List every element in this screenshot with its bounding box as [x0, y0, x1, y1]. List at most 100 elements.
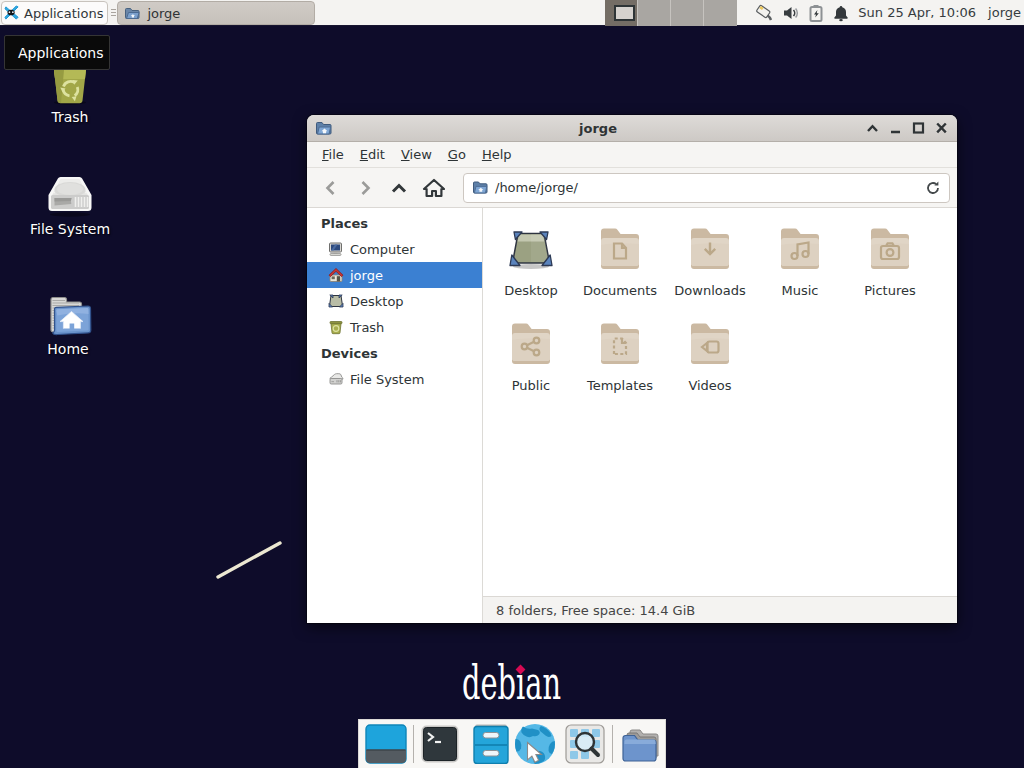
sidebar-item-computer[interactable]: Computer — [307, 236, 482, 262]
folder-music-icon — [776, 225, 824, 273]
statusbar-text: 8 folders, Free space: 14.4 GiB — [496, 603, 695, 618]
sidebar-item-label: Desktop — [350, 294, 404, 309]
pager-window-preview — [614, 5, 635, 21]
dock-folder-button[interactable] — [620, 724, 662, 764]
notifications-icon[interactable] — [832, 4, 850, 22]
user-desktop-icon — [328, 293, 344, 309]
dock-file-manager-button[interactable] — [471, 724, 511, 764]
file-item-videos[interactable]: Videos — [665, 320, 755, 393]
dock-separator — [413, 725, 414, 763]
window-title: jorge — [307, 121, 889, 136]
file-item-label: Templates — [575, 378, 665, 393]
filesystem-drive-icon — [46, 173, 94, 217]
desktop-icon-label: Home — [20, 341, 116, 357]
file-item-documents[interactable]: Documents — [575, 225, 665, 298]
dock-show-desktop-button[interactable] — [365, 724, 407, 764]
workspace-3[interactable] — [671, 0, 704, 26]
show-desktop-icon — [365, 724, 407, 764]
folder-videos-icon — [686, 320, 734, 368]
desktop-icon-home[interactable]: Home — [20, 293, 116, 357]
desktop-icon-label: Trash — [22, 109, 118, 125]
file-item-templates[interactable]: Templates — [575, 320, 665, 393]
window-statusbar: 8 folders, Free space: 14.4 GiB — [483, 596, 957, 623]
up-button[interactable] — [382, 172, 416, 204]
volume-icon[interactable] — [782, 4, 800, 22]
location-path[interactable]: /home/jorge/ — [495, 180, 918, 195]
window-maximize-button[interactable] — [911, 121, 926, 136]
sidebar-item-jorge[interactable]: jorge — [307, 262, 482, 288]
taskbar-window-label: jorge — [147, 6, 180, 21]
sidebar-item-label: jorge — [350, 268, 383, 283]
menu-help[interactable]: Help — [474, 143, 520, 166]
file-manager-icon — [471, 724, 511, 764]
file-item-pictures[interactable]: Pictures — [845, 225, 935, 298]
file-item-label: Pictures — [845, 283, 935, 298]
input-device-icon[interactable] — [754, 3, 774, 23]
debian-logo-text: debıan — [462, 660, 587, 706]
menu-file[interactable]: File — [314, 143, 352, 166]
computer-icon — [328, 241, 344, 257]
panel-separator-handle — [109, 4, 117, 22]
file-item-desktop[interactable]: Desktop — [486, 225, 576, 298]
menu-view[interactable]: View — [393, 143, 440, 166]
folder-pictures-icon — [866, 225, 914, 273]
web-browser-icon — [513, 722, 557, 766]
menu-edit[interactable]: Edit — [352, 143, 393, 166]
sidebar-item-filesystem[interactable]: File System — [307, 366, 482, 392]
workspace-1[interactable] — [605, 0, 638, 26]
home-button[interactable] — [417, 172, 451, 204]
file-item-music[interactable]: Music — [755, 225, 845, 298]
open-folder-icon — [124, 5, 140, 21]
user-home-icon — [328, 267, 344, 283]
forward-button[interactable] — [348, 172, 382, 204]
back-button[interactable] — [314, 172, 348, 204]
sidebar-item-desktop[interactable]: Desktop — [307, 288, 482, 314]
panel-clock[interactable]: Sun 25 Apr, 10:06 — [858, 5, 976, 20]
file-item-public[interactable]: Public — [486, 320, 576, 393]
folder-downloads-icon — [686, 225, 734, 273]
desktop-icon-filesystem[interactable]: File System — [22, 173, 118, 237]
file-item-label: Public — [486, 378, 576, 393]
file-item-label: Desktop — [486, 283, 576, 298]
location-bar[interactable]: /home/jorge/ — [463, 173, 950, 203]
top-panel: Applications jorge — [0, 0, 1024, 26]
location-folder-icon — [472, 180, 488, 195]
file-icon-view[interactable]: Desktop Docume — [483, 208, 957, 596]
dock-app-finder-button[interactable] — [565, 724, 605, 764]
folder-templates-icon — [596, 320, 644, 368]
sidebar-item-label: Trash — [350, 320, 384, 335]
window-menubar: File Edit View Go Help — [307, 142, 957, 168]
file-manager-window: jorge File Edit View Go Help — [307, 115, 957, 623]
menu-go[interactable]: Go — [440, 143, 474, 166]
home-folder-icon — [44, 293, 92, 337]
workspace-pager[interactable] — [605, 0, 737, 26]
file-item-label: Downloads — [665, 283, 755, 298]
workspace-4[interactable] — [704, 0, 737, 26]
xfce-logo-icon — [4, 5, 20, 21]
drive-icon — [328, 371, 344, 387]
debian-logo: debıan — [462, 660, 662, 720]
dock-separator — [612, 725, 613, 763]
reload-icon[interactable] — [925, 180, 941, 196]
file-item-downloads[interactable]: Downloads — [665, 225, 755, 298]
desktop-artifact-line — [210, 535, 290, 585]
sidebar-item-label: File System — [350, 372, 424, 387]
sidebar-item-label: Computer — [350, 242, 415, 257]
sidebar-heading-devices: Devices — [307, 340, 482, 366]
dock-web-browser-button[interactable] — [513, 722, 557, 766]
sidebar-heading-places: Places — [307, 210, 482, 236]
bottom-dock — [358, 719, 666, 768]
battery-icon[interactable] — [808, 4, 824, 22]
folder-stack-icon — [620, 724, 662, 764]
workspace-2[interactable] — [638, 0, 671, 26]
sidebar-item-trash[interactable]: Trash — [307, 314, 482, 340]
dock-terminal-button[interactable] — [421, 725, 459, 763]
window-close-button[interactable] — [934, 121, 949, 136]
applications-menu-button[interactable]: Applications — [1, 1, 108, 25]
taskbar-window-button[interactable]: jorge — [117, 1, 315, 25]
window-titlebar[interactable]: jorge — [307, 115, 957, 142]
window-minimize-button[interactable] — [888, 121, 903, 136]
file-item-label: Music — [755, 283, 845, 298]
desktop-icon-label: File System — [22, 221, 118, 237]
panel-username[interactable]: jorge — [988, 5, 1021, 20]
